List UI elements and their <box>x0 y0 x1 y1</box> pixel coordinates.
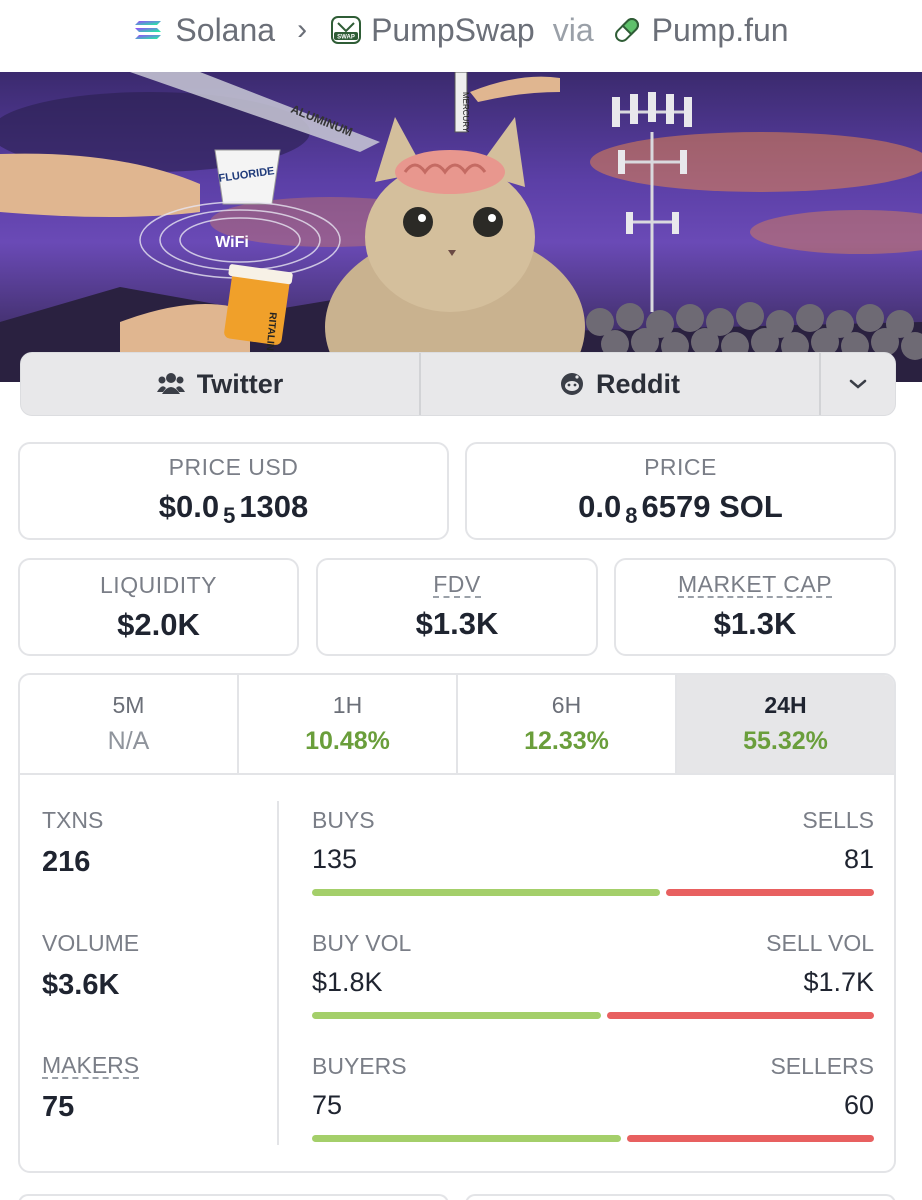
price-usd-card: PRICE USD $0.0 5 1308 <box>18 442 449 540</box>
tab-5m[interactable]: 5M N/A <box>20 675 237 773</box>
price-usd-label: PRICE USD <box>168 453 299 480</box>
buy-vol-bar-segment <box>312 1012 602 1019</box>
sell-vol-value: $1.7K <box>803 967 874 997</box>
price-sol-zero-count: 8 <box>625 502 638 528</box>
txns-value: 216 <box>42 846 91 878</box>
price-sol-digits: 6579 SOL <box>641 488 783 524</box>
solana-icon <box>135 21 162 39</box>
buyers-label: BUYERS <box>312 1053 407 1079</box>
buys-label: BUYS <box>312 807 375 833</box>
buys-bar-segment <box>312 889 660 896</box>
tab-label: 1H <box>332 692 363 718</box>
crumb-solana[interactable]: Solana <box>133 12 275 49</box>
tab-change: 10.48% <box>305 727 390 755</box>
breadcrumb: Solana › SWAP PumpSwap via Pump.fun <box>0 0 922 60</box>
twitter-button[interactable]: Twitter <box>21 353 419 415</box>
sellers-bar-segment <box>627 1135 874 1142</box>
liquidity-value: $2.0K <box>117 606 200 642</box>
price-usd-prefix: $0.0 <box>158 488 220 524</box>
trading-stats-panel: 5M N/A 1H 10.48% 6H 12.33% 24H 55.32% TX… <box>18 673 896 1173</box>
svg-text:SWAP: SWAP <box>337 35 355 41</box>
more-links-button[interactable] <box>819 353 895 415</box>
price-sol-card: PRICE 0.0 8 6579 SOL <box>465 442 896 540</box>
liquidity-label: LIQUIDITY <box>100 571 217 598</box>
token-banner-image: ALUMINUM MERCURY FLUORIDE WiFi RITALIN <box>0 72 922 382</box>
chevron-down-icon <box>849 379 867 389</box>
crumb-pumpfun[interactable]: Pump.fun <box>610 12 789 49</box>
buy-vol-value: $1.8K <box>312 967 383 997</box>
buy-sell-volume-split: BUY VOL SELL VOL $1.8K $1.7K <box>312 930 874 1019</box>
volume-stat: VOLUME $3.6K <box>42 930 139 1002</box>
via-text: via <box>552 11 594 48</box>
sellers-value: 60 <box>843 1090 874 1120</box>
reddit-icon <box>561 373 583 395</box>
sells-label: SELLS <box>802 807 874 833</box>
buyers-sellers-bar <box>312 1135 874 1142</box>
price-sol-prefix: 0.0 <box>578 488 622 524</box>
price-sol-value: 0.0 8 6579 SOL <box>578 489 783 529</box>
chevron-right-icon: › <box>297 13 308 46</box>
buy-vol-label: BUY VOL <box>312 930 412 956</box>
crumb-label: PumpSwap <box>371 11 535 48</box>
reddit-label: Reddit <box>596 368 680 399</box>
fdv-label[interactable]: FDV <box>433 572 481 599</box>
sells-value: 81 <box>843 844 874 874</box>
twitter-label: Twitter <box>196 368 284 399</box>
buys-sells-bar <box>312 889 874 896</box>
next-card-right <box>465 1194 896 1200</box>
buys-value: 135 <box>312 844 358 874</box>
makers-stat[interactable]: MAKERS 75 <box>42 1053 140 1124</box>
price-usd-value: $0.0 5 1308 <box>159 489 309 529</box>
tab-change: 12.33% <box>524 727 609 755</box>
tab-24h[interactable]: 24H 55.32% <box>675 675 894 773</box>
tab-label: 24H <box>764 692 807 718</box>
buyers-bar-segment <box>312 1135 622 1142</box>
crumb-label: Pump.fun <box>651 11 789 48</box>
banner-label-mercury: MERCURY <box>461 92 470 133</box>
stats-divider <box>277 801 279 1145</box>
fdv-card[interactable]: FDV $1.3K <box>316 558 598 656</box>
price-sol-label: PRICE <box>644 453 717 480</box>
tab-1h[interactable]: 1H 10.48% <box>237 675 456 773</box>
timeframe-tabs: 5M N/A 1H 10.48% 6H 12.33% 24H 55.32% <box>20 675 894 775</box>
sells-bar-segment <box>665 889 874 896</box>
reddit-button[interactable]: Reddit <box>419 353 819 415</box>
tab-change: 55.32% <box>743 727 828 755</box>
txns-label: TXNS <box>42 807 104 833</box>
tab-label: 6H <box>551 692 582 718</box>
sell-vol-bar-segment <box>607 1012 874 1019</box>
volume-value: $3.6K <box>42 969 120 1001</box>
price-usd-digits: 1308 <box>239 488 309 524</box>
fdv-value: $1.3K <box>415 606 499 642</box>
makers-label[interactable]: MAKERS <box>42 1053 140 1080</box>
social-links-bar: Twitter Reddit <box>20 352 896 416</box>
txns-stat: TXNS 216 <box>42 807 103 879</box>
liquidity-card: LIQUIDITY $2.0K <box>18 558 299 656</box>
buyers-sellers-split: BUYERS SELLERS 75 60 <box>312 1053 874 1142</box>
stats-grid: TXNS 216 BUYS SELLS 135 81 VOLUME $3.6K <box>20 775 894 1171</box>
market-cap-value: $1.3K <box>713 606 797 642</box>
sell-vol-label: SELL VOL <box>766 930 874 956</box>
makers-value: 75 <box>42 1091 75 1124</box>
buys-sells-split: BUYS SELLS 135 81 <box>312 807 874 896</box>
buyers-value: 75 <box>312 1090 343 1120</box>
next-card-left <box>18 1194 449 1200</box>
buy-sell-volume-bar <box>312 1012 874 1019</box>
market-cap-card[interactable]: MARKET CAP $1.3K <box>614 558 896 656</box>
pumpswap-icon: SWAP <box>331 16 362 44</box>
volume-label: VOLUME <box>42 930 140 956</box>
banner-label-wifi: WiFi <box>215 234 249 251</box>
crumb-pumpswap[interactable]: SWAP PumpSwap <box>329 12 535 49</box>
tab-change: N/A <box>107 727 150 755</box>
tab-6h[interactable]: 6H 12.33% <box>456 675 675 773</box>
users-icon <box>156 373 185 394</box>
pill-icon <box>614 18 639 42</box>
sellers-label: SELLERS <box>770 1053 874 1079</box>
price-usd-zero-count: 5 <box>223 502 236 528</box>
market-cap-label[interactable]: MARKET CAP <box>677 572 833 599</box>
crumb-label: Solana <box>175 11 276 48</box>
tab-label: 5M <box>112 692 145 718</box>
